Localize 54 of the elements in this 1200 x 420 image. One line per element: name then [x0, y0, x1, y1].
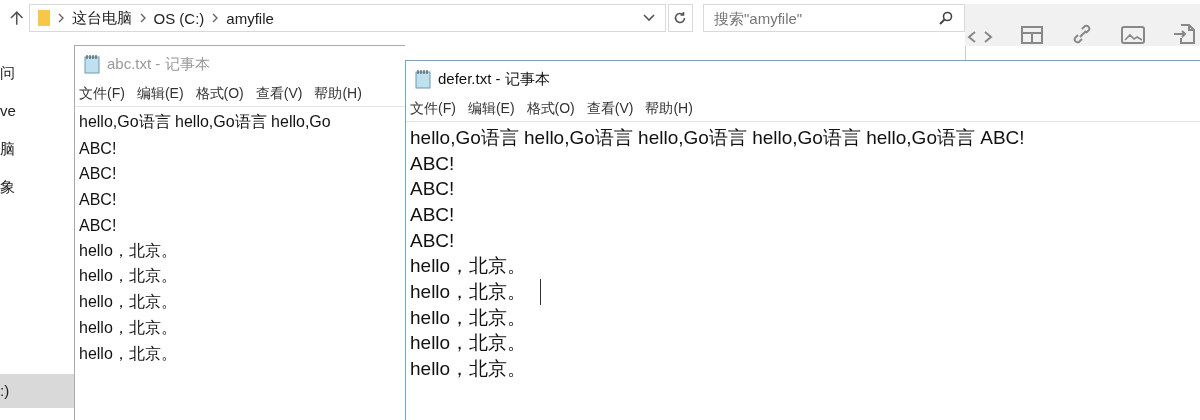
- text-line: ABC!: [410, 178, 456, 201]
- menu-item[interactable]: 查看(V): [586, 100, 634, 118]
- image-icon[interactable]: [1121, 26, 1145, 44]
- window-title: abc.txt - 记事本: [107, 54, 210, 74]
- table-icon[interactable]: [1021, 26, 1043, 44]
- text-line: hello，北京。: [410, 305, 528, 330]
- search-field[interactable]: 搜索"amyfile": [703, 4, 965, 32]
- text-line: ABC!: [79, 190, 118, 209]
- text-line: hello，北京。: [410, 278, 542, 305]
- notepad-icon: [83, 54, 101, 74]
- text-line: hello，北京。: [410, 254, 528, 279]
- breadcrumb[interactable]: 这台电脑: [71, 8, 132, 28]
- menu-item[interactable]: 编辑(E): [467, 100, 515, 118]
- menu-item[interactable]: 文件(F): [410, 100, 456, 118]
- address-bar[interactable]: 这台电脑 OS (C:) amyfile: [28, 4, 666, 32]
- text-line: ABC!: [410, 203, 456, 226]
- text-line: hello，北京。: [410, 331, 528, 356]
- notepad-icon: [414, 69, 432, 89]
- text-line: hello，北京。: [79, 266, 178, 287]
- text-line: hello,Go语言 hello,Go语言 hello,Go: [79, 112, 332, 133]
- text-line: hello,Go语言 hello,Go语言 hello,Go语言 hello,Go语言 hello,Go语言 ABC!: [410, 125, 1026, 150]
- link-icon[interactable]: [1071, 24, 1093, 44]
- breadcrumb[interactable]: OS (C:): [153, 9, 205, 27]
- search-icon: [939, 11, 953, 25]
- chevron-icon: [139, 13, 146, 23]
- text-line: hello，北京。: [79, 343, 178, 364]
- dropdown-caret-icon[interactable]: [642, 14, 655, 22]
- refresh-button[interactable]: [667, 4, 693, 32]
- refresh-icon: [673, 11, 688, 25]
- text-line: ABC!: [79, 165, 118, 184]
- menu-item[interactable]: 格式(O): [526, 100, 575, 118]
- text-line: hello，北京。: [79, 292, 178, 313]
- text-line: ABC!: [410, 229, 456, 252]
- text-line: hello，北京。: [79, 317, 178, 338]
- export-icon[interactable]: [1173, 24, 1195, 44]
- nav-item[interactable]: 象: [0, 178, 75, 200]
- text-line: hello，北京。: [410, 357, 528, 382]
- text-area[interactable]: hello,Go语言 hello,Go语言 hello,Go语言 hello,Go语言 hello,Go语言 ABC! ABC! ABC! ABC! ABC! hello，北京。 hello，北京。 hello，北京。 hello，北京。 hello，北京。: [406, 122, 1200, 420]
- breadcrumb[interactable]: amyfile: [226, 9, 274, 27]
- text-line: ABC!: [79, 216, 118, 235]
- nav-item[interactable]: 脑: [0, 140, 75, 162]
- nav-item[interactable]: ve: [0, 102, 75, 124]
- menu-item[interactable]: 帮助(H): [645, 100, 693, 118]
- text-line: hello，北京。: [79, 240, 178, 261]
- text-line: ABC!: [79, 139, 118, 158]
- nav-item[interactable]: :): [0, 374, 75, 408]
- chevron-icon: [212, 13, 219, 23]
- window-title: defer.txt - 记事本: [438, 69, 550, 89]
- code-icon[interactable]: [967, 30, 993, 44]
- folder-icon: [37, 9, 50, 27]
- text-line: ABC!: [410, 152, 456, 175]
- up-arrow-icon[interactable]: [10, 10, 24, 26]
- nav-item[interactable]: 问: [0, 64, 75, 86]
- chevron-icon: [57, 13, 64, 23]
